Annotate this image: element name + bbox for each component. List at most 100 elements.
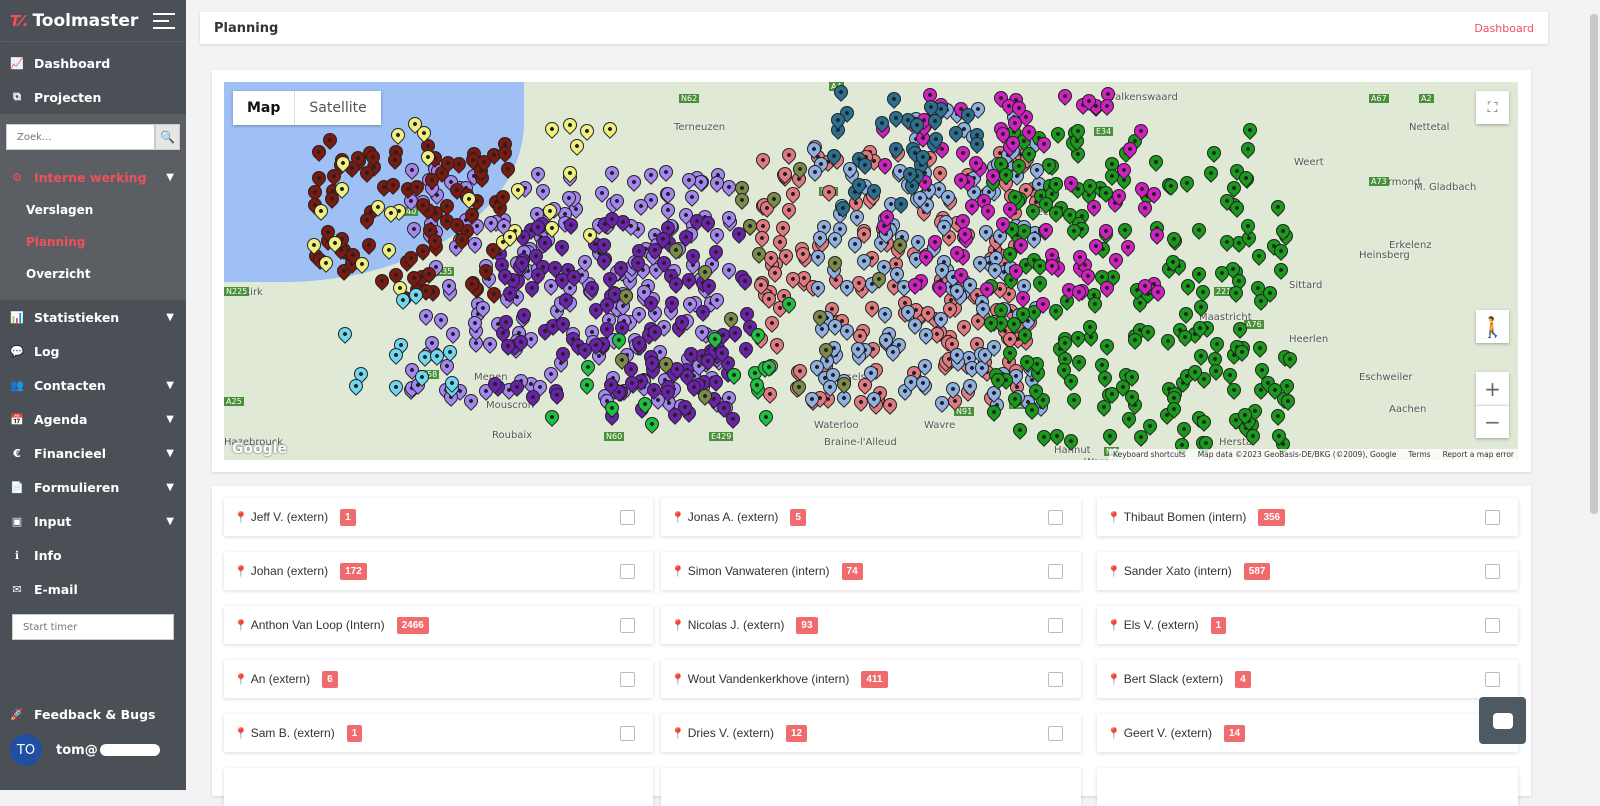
sidebar-item-verslagen[interactable]: Verslagen (0, 194, 186, 226)
map-marker[interactable] (1096, 221, 1116, 242)
map-marker[interactable] (819, 182, 840, 202)
map-marker[interactable] (641, 165, 662, 186)
map-marker[interactable] (1249, 245, 1269, 266)
select-checkbox[interactable] (1048, 671, 1063, 687)
map-marker[interactable] (431, 310, 451, 330)
person-row[interactable]: 📍 Jonas A. (extern) 5 (661, 498, 1081, 536)
map-marker[interactable] (1249, 337, 1270, 358)
map-marker[interactable] (577, 120, 598, 141)
menu-toggle-icon[interactable] (153, 13, 175, 34)
chat-button[interactable] (1479, 697, 1526, 744)
map-marker[interactable] (1189, 219, 1209, 240)
person-row[interactable]: 📍 Simon Vanwateren (intern) 74 (661, 552, 1081, 590)
map-button[interactable]: Map (233, 91, 296, 125)
user-menu[interactable]: TO tom@ (10, 734, 160, 766)
map-marker[interactable] (1240, 119, 1260, 140)
select-checkbox[interactable] (1485, 563, 1500, 579)
map-marker[interactable] (884, 89, 904, 110)
person-row[interactable] (1097, 768, 1518, 806)
map-marker[interactable] (415, 306, 436, 327)
map-marker[interactable] (1177, 173, 1198, 194)
keyboard-shortcuts-link[interactable]: Keyboard shortcuts (1113, 450, 1186, 459)
select-checkbox[interactable] (620, 725, 635, 741)
map-marker[interactable] (1270, 259, 1291, 280)
map-marker[interactable] (1173, 418, 1194, 439)
map-marker[interactable] (736, 338, 756, 359)
map-marker[interactable] (1238, 139, 1258, 160)
map-marker[interactable] (1238, 216, 1259, 237)
map-marker[interactable] (656, 161, 676, 182)
map-marker[interactable] (1207, 334, 1227, 355)
map-marker[interactable] (1220, 365, 1241, 386)
sidebar-item-e-mail[interactable]: ✉ E-mail (0, 572, 186, 606)
map-marker[interactable] (929, 162, 950, 183)
person-row[interactable]: 📍 Thibaut Bomen (intern) 356 (1097, 498, 1518, 536)
sidebar-item-overzicht[interactable]: Overzicht (0, 258, 186, 290)
map-marker[interactable] (385, 376, 406, 397)
feedback-link[interactable]: 🚀 Feedback & Bugs (0, 697, 186, 731)
search-input[interactable] (6, 124, 155, 150)
map-marker[interactable] (766, 335, 787, 355)
start-timer-input[interactable] (12, 614, 174, 640)
breadcrumb-dashboard[interactable]: Dashboard (1474, 22, 1534, 35)
map-marker[interactable] (567, 136, 588, 157)
sidebar-item-input[interactable]: ▣ Input ▼ (0, 504, 186, 538)
satellite-button[interactable]: Satellite (295, 91, 380, 125)
map-marker[interactable] (533, 181, 554, 201)
sidebar-item-planning[interactable]: Planning (0, 226, 186, 258)
person-row[interactable]: 📍 Dries V. (extern) 12 (661, 714, 1081, 752)
select-checkbox[interactable] (1048, 617, 1063, 633)
map-marker[interactable] (1203, 143, 1224, 164)
person-row[interactable]: 📍 Bert Slack (extern) 4 (1097, 660, 1518, 698)
map-marker[interactable] (731, 190, 752, 210)
map-marker[interactable] (1069, 351, 1089, 372)
map-marker[interactable] (1097, 336, 1117, 356)
person-row[interactable]: 📍 Jeff V. (extern) 1 (224, 498, 653, 536)
select-checkbox[interactable] (620, 509, 635, 525)
map-marker[interactable] (1115, 220, 1136, 241)
person-row[interactable]: 📍 Geert V. (extern) 14 (1097, 714, 1518, 752)
person-row[interactable]: 📍 An (extern) 6 (224, 660, 653, 698)
map-marker[interactable] (658, 184, 679, 205)
map-marker[interactable] (442, 324, 463, 344)
map-marker[interactable] (599, 119, 620, 140)
sidebar-item-financieel[interactable]: € Financieel ▼ (0, 436, 186, 470)
map-marker[interactable] (808, 247, 829, 268)
map-marker[interactable] (542, 406, 563, 427)
select-checkbox[interactable] (1485, 617, 1500, 633)
select-checkbox[interactable] (620, 671, 635, 687)
scrollbar[interactable] (1590, 14, 1598, 514)
person-row[interactable]: 📍 Anthon Van Loop (Intern) 2466 (224, 606, 653, 644)
report-map-error-link[interactable]: Report a map error (1443, 450, 1514, 459)
map-marker[interactable] (1164, 229, 1185, 250)
person-row[interactable]: 📍 Nicolas J. (extern) 93 (661, 606, 1081, 644)
person-row[interactable]: 📍 Sander Xato (intern) 587 (1097, 552, 1518, 590)
select-checkbox[interactable] (1485, 671, 1500, 687)
person-row[interactable]: 📍 Wout Vandenkerkhove (intern) 411 (661, 660, 1081, 698)
map-marker[interactable] (1223, 379, 1244, 400)
fullscreen-icon[interactable]: ⛶ (1476, 91, 1509, 124)
sidebar-item-info[interactable]: ℹ Info (0, 538, 186, 572)
map-marker[interactable] (528, 164, 549, 185)
sidebar-item-projecten[interactable]: ⧉ Projecten (0, 80, 186, 114)
map-marker[interactable] (1010, 420, 1030, 440)
map-marker[interactable] (1193, 282, 1214, 303)
map-marker[interactable] (1200, 162, 1221, 183)
sidebar-item-formulieren[interactable]: 📄 Formulieren ▼ (0, 470, 186, 504)
person-row[interactable]: 📍 Sam B. (extern) 1 (224, 714, 653, 752)
map-marker[interactable] (1267, 406, 1288, 427)
zoom-out-button[interactable]: − (1476, 405, 1509, 438)
map-marker[interactable] (624, 172, 645, 192)
select-checkbox[interactable] (1048, 563, 1063, 579)
sidebar-item-log[interactable]: 💬 Log (0, 334, 186, 368)
map-marker[interactable] (1100, 425, 1121, 446)
map-marker[interactable] (657, 200, 678, 220)
select-checkbox[interactable] (1485, 509, 1500, 525)
map-marker[interactable] (1055, 85, 1076, 106)
map-marker[interactable] (1063, 389, 1084, 410)
map-marker[interactable] (1146, 151, 1167, 172)
person-row[interactable] (661, 768, 1081, 806)
map-marker[interactable] (778, 200, 799, 220)
map-marker[interactable] (755, 407, 776, 428)
select-checkbox[interactable] (1048, 509, 1063, 525)
